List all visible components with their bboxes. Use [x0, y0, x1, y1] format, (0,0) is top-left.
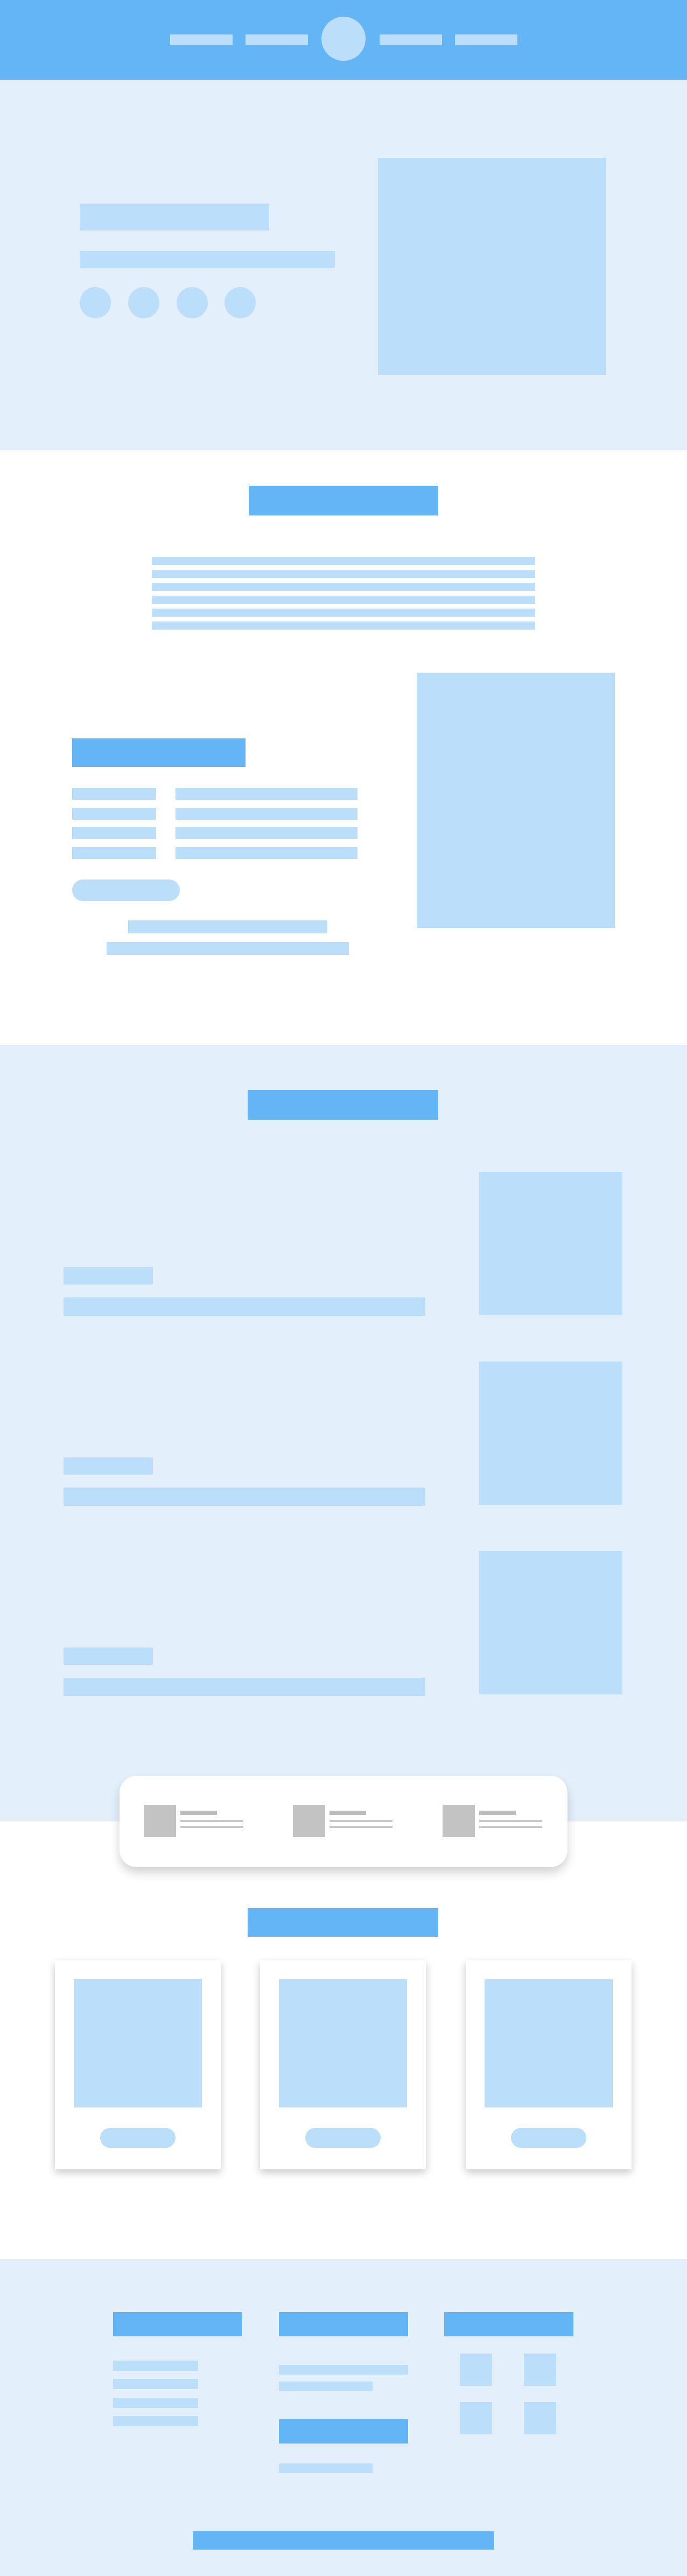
feature-text	[64, 1297, 425, 1316]
nav-link-4[interactable]	[455, 34, 517, 45]
footer-col2-heading	[279, 2312, 408, 2336]
strip-item-line	[330, 1820, 392, 1822]
hero-subtitle	[80, 251, 335, 268]
feature-text	[64, 1488, 425, 1506]
footer-square-icon[interactable]	[460, 2402, 492, 2434]
feature-image	[479, 1551, 622, 1694]
strip-item-line	[479, 1826, 542, 1828]
strip-item-line	[479, 1820, 542, 1822]
social-circle-icon[interactable]	[128, 287, 159, 318]
feature-label	[64, 1647, 153, 1665]
card-image	[279, 1979, 407, 2107]
hero-title	[80, 204, 269, 231]
nav-link-1[interactable]	[170, 34, 233, 45]
footer-col3-heading	[444, 2312, 573, 2336]
about-footnote-line	[128, 920, 327, 933]
card-image	[485, 1979, 613, 2107]
footer-link[interactable]	[113, 2361, 198, 2371]
footer-section	[0, 2259, 687, 2576]
feature-label	[64, 1457, 153, 1475]
detail-value	[176, 808, 357, 820]
footer-col2-heading2	[279, 2419, 408, 2444]
nav-link-2[interactable]	[246, 34, 308, 45]
strip-item-line	[330, 1826, 392, 1828]
social-circle-icon[interactable]	[177, 287, 208, 318]
strip-item-title	[330, 1811, 366, 1815]
about-paragraph-line	[152, 557, 535, 565]
detail-value	[176, 847, 357, 859]
footer-link[interactable]	[113, 2416, 198, 2426]
strip-item-title	[479, 1811, 516, 1815]
feature-image	[479, 1362, 622, 1505]
footer-square-icon[interactable]	[524, 2354, 556, 2386]
about-heading	[249, 486, 438, 515]
feature-text	[64, 1678, 425, 1696]
strip-item-line	[180, 1820, 243, 1822]
hero-image	[378, 158, 606, 375]
logo-icon[interactable]	[321, 17, 366, 61]
footer-bottom-bar	[193, 2531, 494, 2550]
about-paragraph-line	[152, 570, 535, 578]
about-button[interactable]	[72, 879, 180, 901]
footer-link[interactable]	[113, 2379, 198, 2389]
about-paragraph-line	[152, 583, 535, 591]
about-footnote-line	[107, 942, 349, 955]
card-image	[74, 1979, 202, 2107]
features-heading	[248, 1090, 438, 1120]
strip-item-line	[180, 1826, 243, 1828]
footer-square-icon[interactable]	[524, 2402, 556, 2434]
cards-heading	[248, 1908, 438, 1937]
detail-label	[72, 808, 156, 820]
social-circle-icon[interactable]	[225, 287, 256, 318]
detail-value	[176, 827, 357, 839]
nav-link-3[interactable]	[380, 34, 442, 45]
social-circle-icon[interactable]	[80, 287, 111, 318]
detail-label	[72, 788, 156, 800]
footer-col1-heading	[113, 2312, 242, 2336]
feature-label	[64, 1267, 153, 1284]
footer-col2-line	[279, 2463, 373, 2473]
about-paragraph-line	[152, 609, 535, 617]
feature-image	[479, 1172, 622, 1315]
about-image	[417, 673, 615, 928]
about-paragraph-line	[152, 596, 535, 604]
strip-item-title	[180, 1811, 217, 1815]
card-button[interactable]	[305, 2128, 381, 2148]
card-button[interactable]	[100, 2128, 176, 2148]
strip-square-icon	[144, 1805, 176, 1837]
footer-link[interactable]	[113, 2398, 198, 2408]
about-details-heading	[72, 738, 246, 767]
strip-square-icon	[293, 1805, 325, 1837]
footer-square-icon[interactable]	[460, 2354, 492, 2386]
about-paragraph-line	[152, 622, 535, 630]
footer-col2-line	[279, 2365, 408, 2375]
detail-label	[72, 827, 156, 839]
footer-col2-line	[279, 2382, 373, 2391]
strip-square-icon	[443, 1805, 475, 1837]
card-button[interactable]	[511, 2128, 586, 2148]
detail-value	[176, 788, 357, 800]
detail-label	[72, 847, 156, 859]
